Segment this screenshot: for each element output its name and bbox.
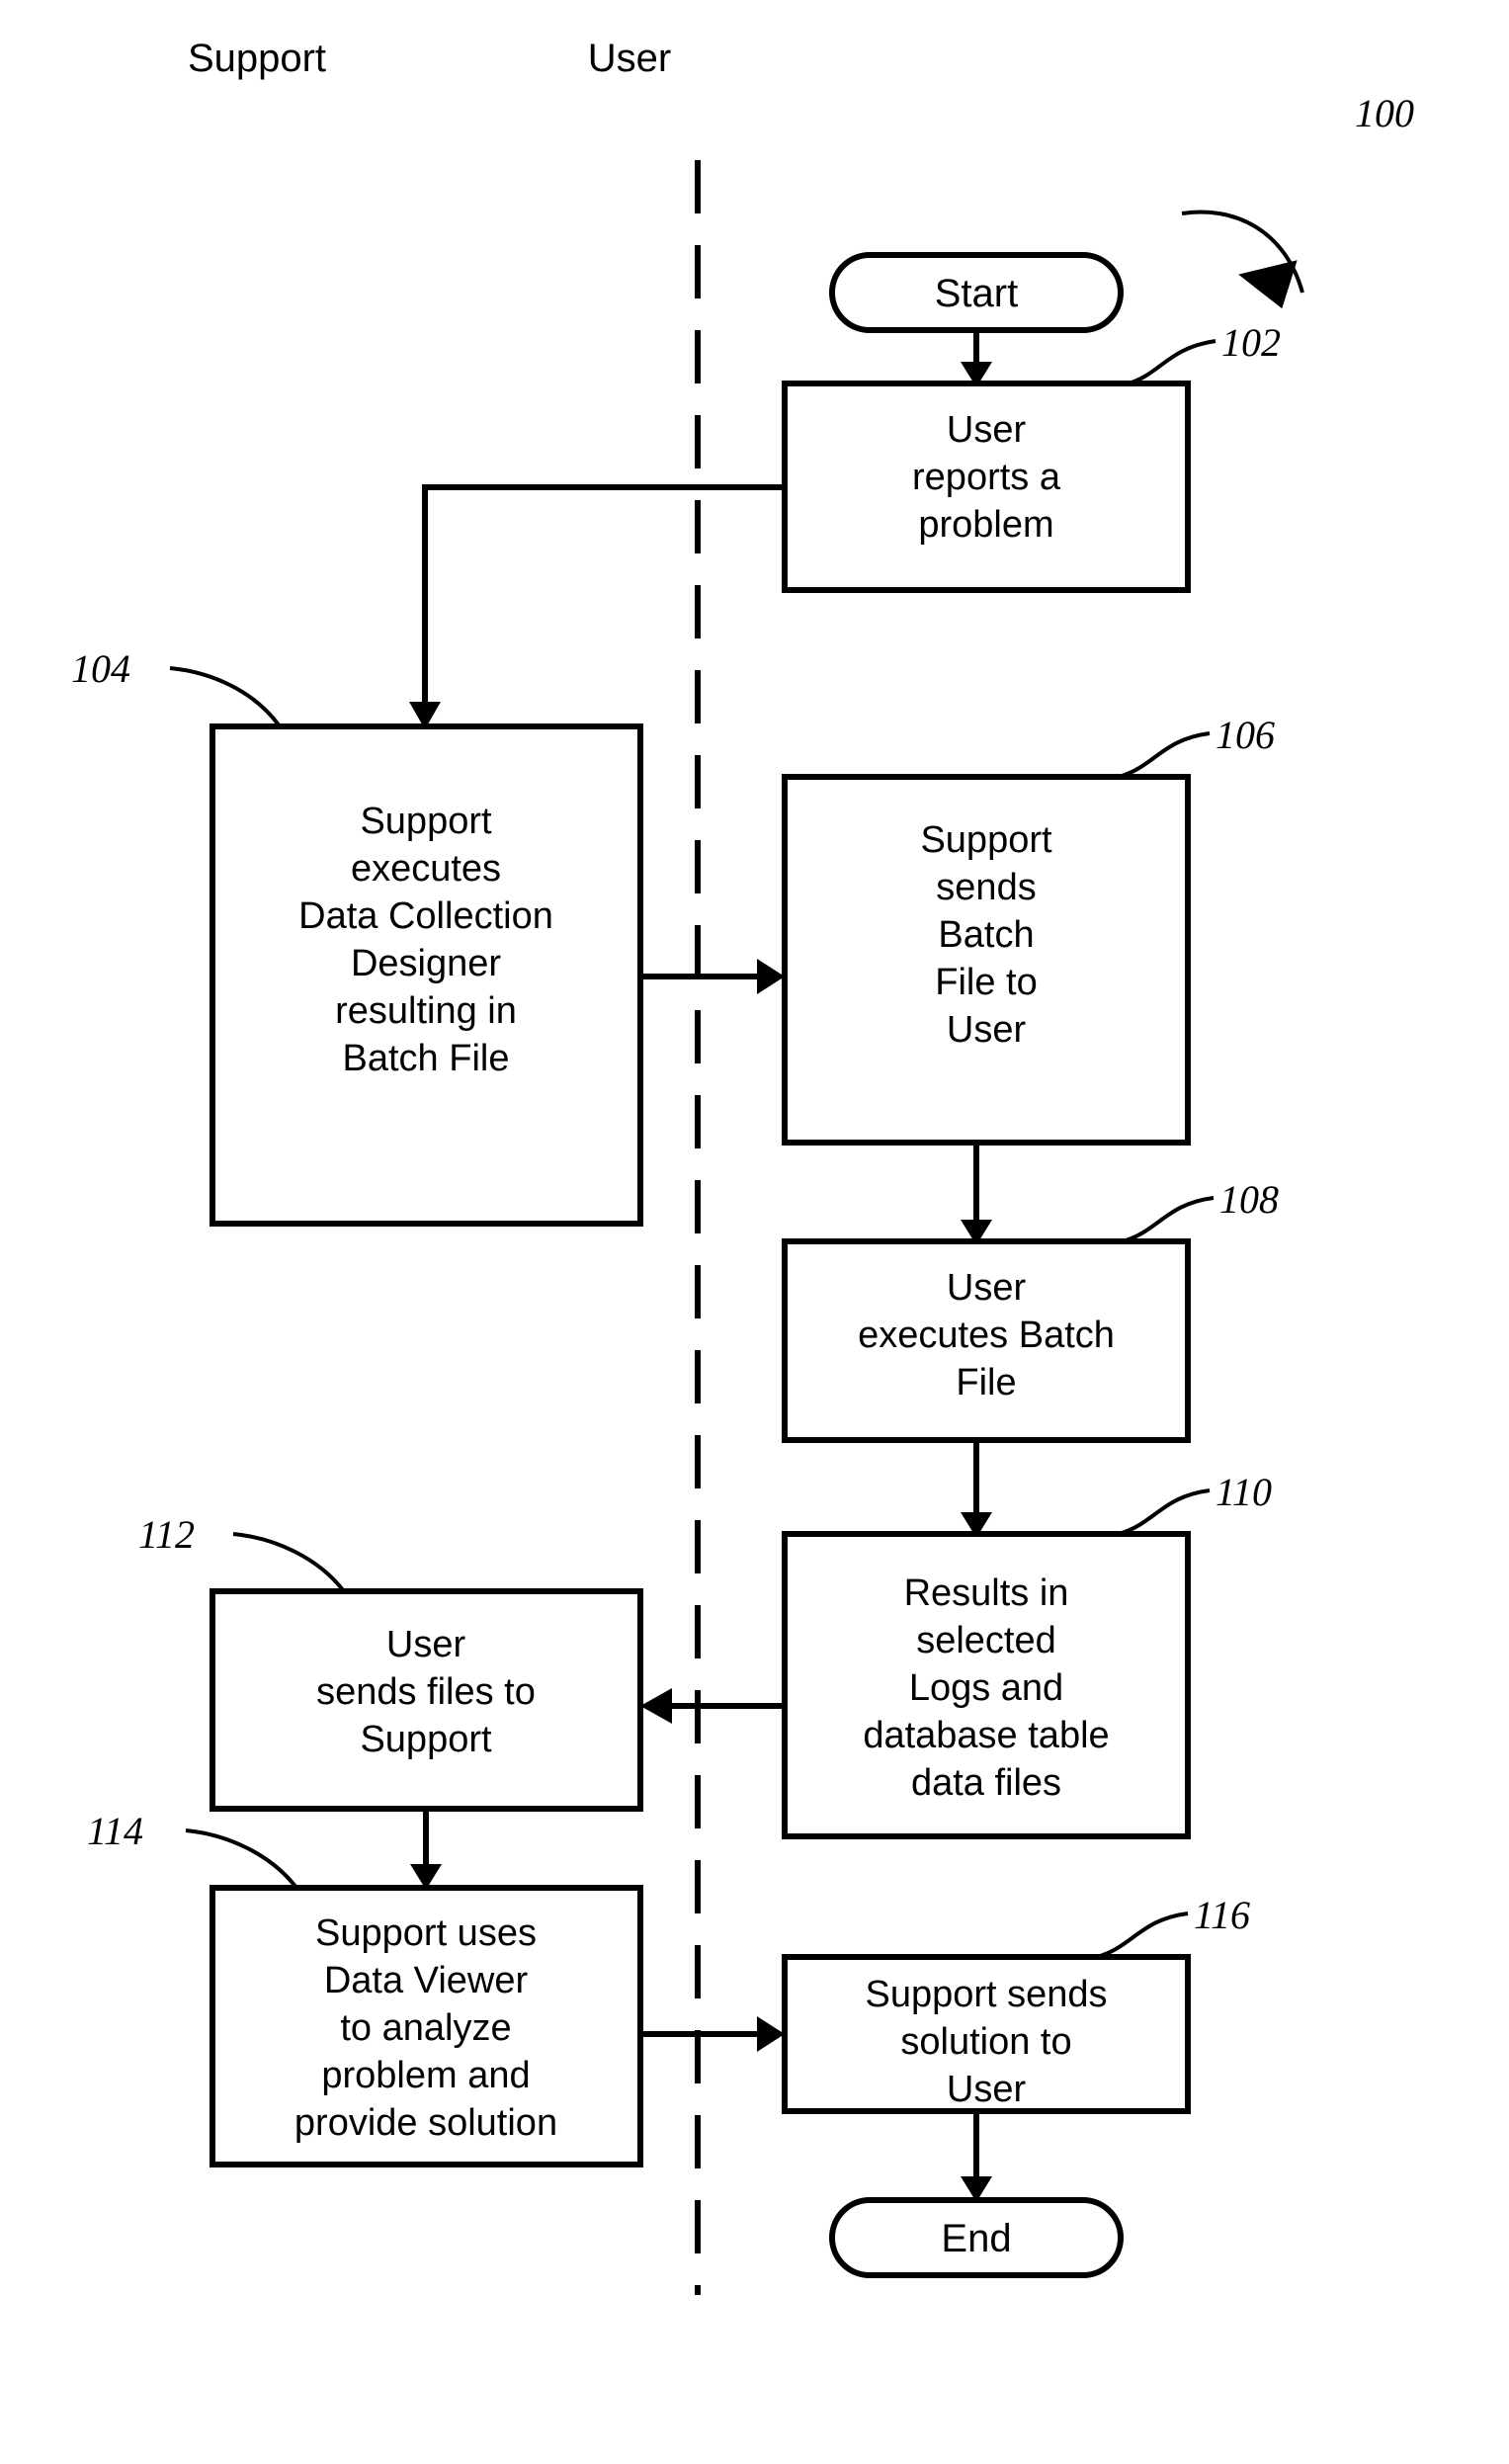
process-node-110-line-4: database table [863,1715,1109,1756]
process-node-104-line-3: Data Collection [298,895,553,937]
ref-label-102: 102 [1221,320,1281,365]
ref-label-114: 114 [87,1809,143,1853]
process-node-116-line-1: Support sends [865,1974,1107,2015]
ref-leader-114 [185,1828,298,1890]
process-node-114-line-1: Support uses [315,1912,537,1954]
terminator-end-label: End [941,2217,1011,2260]
process-node-114-line-3: to analyze [340,2007,511,2049]
process-node-110-line-2: selected [916,1620,1056,1661]
process-node-104-line-1: Support [360,801,492,842]
process-node-110-line-1: Results in [904,1572,1069,1614]
process-node-108-line-1: User [947,1267,1027,1309]
ref-label-112: 112 [138,1512,195,1557]
swimlane-title-user: User [588,37,671,80]
swimlane-title-support: Support [188,37,326,80]
ref-leader-112 [232,1532,346,1593]
process-node-102-line-2: reports a [912,457,1061,498]
process-node-114-line-4: problem and [321,2055,530,2096]
process-node-114-line-2: Data Viewer [324,1960,529,2001]
process-node-104-line-6: Batch File [343,1038,510,1079]
edge-102-to-104 [422,484,785,704]
ref-label-110: 110 [1216,1470,1272,1514]
flowchart-canvas: Support User 100 Start User reports a pr… [71,37,1414,2295]
process-node-106-line-3: Batch [938,914,1034,956]
process-node-102-line-1: User [947,409,1027,451]
ref-label-106: 106 [1216,713,1275,757]
process-node-112-line-1: User [386,1624,466,1665]
terminator-start-label: Start [935,272,1018,315]
process-node-106-line-4: File to [935,962,1037,1003]
ref-leader-110 [1118,1488,1211,1536]
ref-leader-102 [1128,339,1216,385]
process-node-106-line-1: Support [920,819,1052,861]
ref-leader-108 [1122,1196,1215,1243]
ref-label-108: 108 [1219,1177,1279,1222]
process-node-106-line-2: sends [936,867,1036,908]
ref-leader-106 [1118,731,1211,779]
process-node-116-line-3: User [947,2069,1027,2110]
process-node-114-line-5: provide solution [294,2102,557,2144]
process-node-106-line-5: User [947,1009,1027,1051]
process-node-112-line-2: sends files to [316,1671,536,1713]
edge-114-to-116-arrowhead [757,2016,785,2052]
process-node-110-line-3: Logs and [909,1667,1063,1709]
process-node-108-line-2: executes Batch [858,1315,1115,1356]
figure-ref-label: 100 [1355,91,1414,135]
ref-label-104: 104 [71,646,130,691]
process-node-104-line-5: resulting in [335,990,517,1032]
edge-110-to-112-arrowhead [640,1688,672,1724]
ref-leader-116 [1096,1912,1189,1959]
process-node-110-line-5: data files [911,1762,1061,1804]
process-node-104-line-4: Designer [351,943,501,984]
process-node-104-line-2: executes [351,848,501,890]
process-node-116-line-2: solution to [900,2021,1071,2063]
figure-ref-arrowhead [1238,260,1298,309]
process-node-112-line-3: Support [360,1719,492,1760]
edge-104-to-106-arrowhead [757,959,785,994]
ref-leader-104 [169,666,282,728]
ref-label-116: 116 [1194,1893,1250,1937]
process-node-108-line-3: File [956,1362,1016,1403]
process-node-102-line-3: problem [918,504,1053,546]
patent-figure: Support User 100 Start User reports a pr… [0,0,1509,2464]
